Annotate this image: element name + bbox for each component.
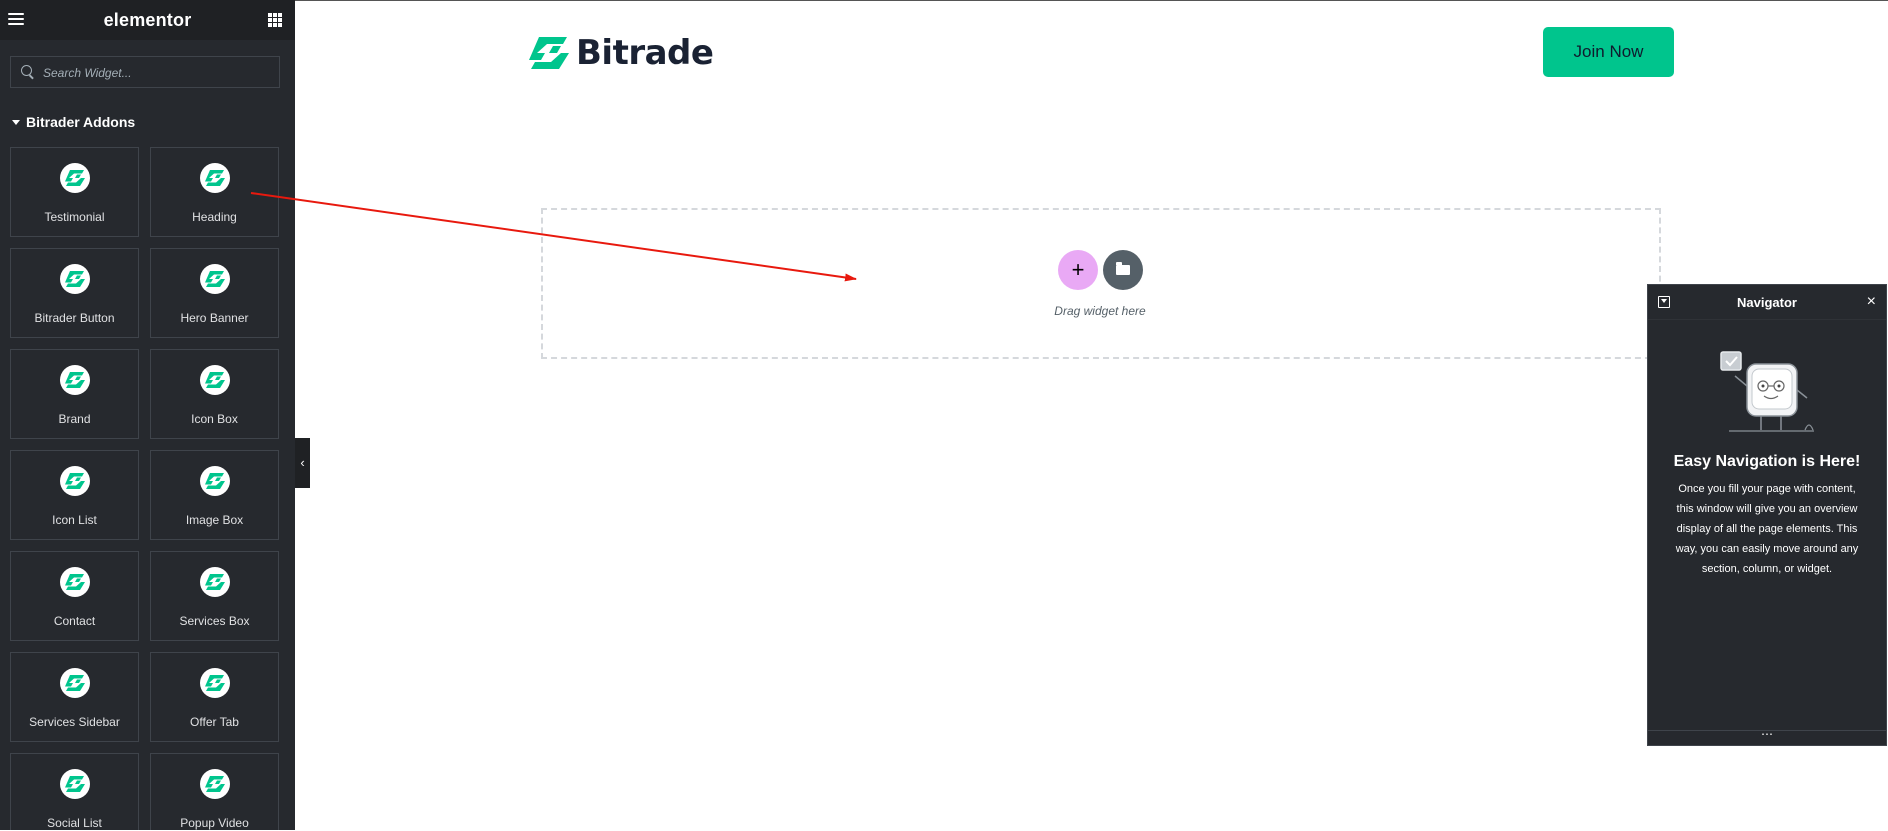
widget-label: Contact xyxy=(53,614,96,628)
panel-header: elementor xyxy=(0,0,295,40)
widget-icon-list[interactable]: Icon List xyxy=(10,450,139,540)
navigator-illustration xyxy=(1720,351,1814,432)
widget-label: Services Box xyxy=(179,614,250,628)
widget-testimonial[interactable]: Testimonial xyxy=(10,147,139,237)
widget-social-list[interactable]: Social List xyxy=(10,753,139,830)
widget-hero-banner[interactable]: Hero Banner xyxy=(150,248,279,338)
search-widget-box xyxy=(10,56,280,89)
widget-image-box[interactable]: Image Box xyxy=(150,450,279,540)
widget-label: Offer Tab xyxy=(190,715,239,729)
bitrade-logo-icon xyxy=(199,668,230,698)
close-icon[interactable]: × xyxy=(1867,293,1876,311)
category-toggle-bitrader-addons[interactable]: Bitrader Addons xyxy=(12,114,135,130)
navigator-empty-description: Once you fill your page with content, th… xyxy=(1675,483,1859,575)
widget-heading[interactable]: Heading xyxy=(150,147,279,237)
elementor-panel: elementor Bitrader Addons Testimonial He… xyxy=(0,0,295,830)
widget-label: Brand xyxy=(58,412,91,426)
widget-label: Social List xyxy=(47,816,102,830)
navigator-title: Navigator xyxy=(1737,295,1797,310)
widget-services-box[interactable]: Services Box xyxy=(150,551,279,641)
widget-list: Testimonial Heading Bitrader Button Hero… xyxy=(10,147,280,830)
caret-down-icon xyxy=(12,119,20,125)
bitrade-logo-icon xyxy=(529,37,569,69)
resize-handle[interactable]: ⋯ xyxy=(1648,728,1886,745)
widget-services-sidebar[interactable]: Services Sidebar xyxy=(10,652,139,742)
bitrade-logo-icon xyxy=(199,264,230,294)
bitrade-logo-icon xyxy=(199,466,230,496)
join-now-button[interactable]: Join Now xyxy=(1543,27,1674,77)
widget-popup-video[interactable]: Popup Video xyxy=(150,753,279,830)
bitrade-logo-icon xyxy=(59,567,90,597)
template-library-button[interactable] xyxy=(1103,250,1143,290)
widget-label: Hero Banner xyxy=(180,311,249,325)
bitrade-logo-icon xyxy=(59,668,90,698)
widget-bitrader-button[interactable]: Bitrader Button xyxy=(10,248,139,338)
widget-label: Testimonial xyxy=(44,210,105,224)
search-icon xyxy=(21,65,32,76)
navigator-empty-heading: Easy Navigation is Here! xyxy=(1673,453,1861,470)
bitrade-logo-icon xyxy=(59,466,90,496)
widget-label: Image Box xyxy=(185,513,244,527)
widget-icon-box[interactable]: Icon Box xyxy=(150,349,279,439)
drag-widget-hint: Drag widget here xyxy=(1054,304,1146,318)
folder-icon xyxy=(1116,262,1130,275)
bitrade-logo-icon xyxy=(59,769,90,799)
brand-name: Bitrade xyxy=(576,33,714,73)
add-section-button[interactable]: + xyxy=(1058,250,1098,290)
widget-label: Popup Video xyxy=(180,816,249,830)
bitrade-logo-icon xyxy=(59,264,90,294)
widget-contact[interactable]: Contact xyxy=(10,551,139,641)
widgets-grid-icon[interactable] xyxy=(268,13,282,27)
bitrade-logo-icon xyxy=(199,163,230,193)
navigator-panel: Navigator × Easy Navigation is Here! Onc… xyxy=(1647,284,1887,746)
bitrade-logo-icon xyxy=(199,567,230,597)
elementor-logo: elementor xyxy=(103,10,192,30)
empty-section-dropzone[interactable] xyxy=(541,208,1661,359)
widget-label: Bitrader Button xyxy=(34,311,115,325)
category-title: Bitrader Addons xyxy=(26,114,136,130)
bitrade-logo-icon xyxy=(199,769,230,799)
widget-label: Icon Box xyxy=(191,412,238,426)
bitrade-logo-icon xyxy=(59,365,90,395)
widget-offer-tab[interactable]: Offer Tab xyxy=(150,652,279,742)
widget-label: Icon List xyxy=(52,513,97,527)
navigator-header[interactable]: Navigator × xyxy=(1648,285,1886,320)
widget-label: Heading xyxy=(192,210,237,224)
search-widget-input[interactable] xyxy=(41,57,275,89)
bitrade-logo-icon xyxy=(59,163,90,193)
widget-brand[interactable]: Brand xyxy=(10,349,139,439)
bitrade-logo-icon xyxy=(199,365,230,395)
site-logo[interactable]: Bitrade xyxy=(528,33,714,73)
widget-label: Services Sidebar xyxy=(29,715,120,729)
